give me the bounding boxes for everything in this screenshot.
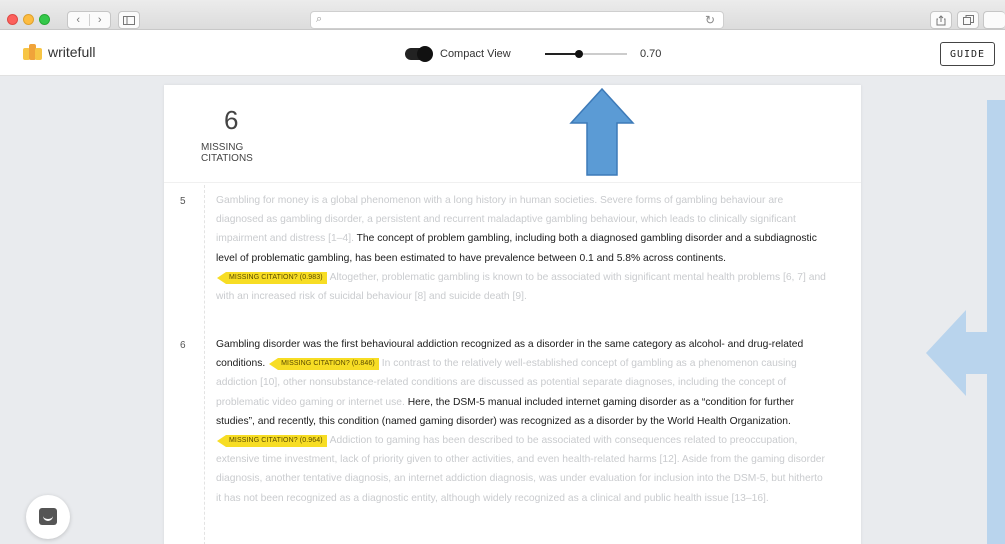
missing-citations-label: MISSING CITATIONS xyxy=(201,142,271,164)
paragraph-gutter xyxy=(204,185,205,544)
missing-citation-tag[interactable]: MISSING CITATION? (0.983) xyxy=(217,271,327,284)
threshold-value: 0.70 xyxy=(640,48,662,60)
close-window-button[interactable] xyxy=(7,14,18,25)
back-icon[interactable]: ‹ xyxy=(68,14,89,26)
app-header: writefull Compact View 0.70 GUIDE xyxy=(0,30,1005,76)
reload-icon[interactable]: ↻ xyxy=(705,13,715,27)
paragraph-number: 5 xyxy=(180,196,186,207)
arrow-left-annotation xyxy=(926,310,1005,396)
new-tab-button[interactable] xyxy=(983,11,1005,29)
paragraph: Gambling disorder was the first behaviou… xyxy=(216,335,828,508)
forward-icon[interactable]: › xyxy=(88,14,111,26)
threshold-slider[interactable] xyxy=(545,47,627,61)
chat-bubble-icon xyxy=(39,508,57,525)
compact-view-toggle[interactable] xyxy=(405,46,433,62)
zoom-window-button[interactable] xyxy=(39,14,50,25)
sidebar-toggle-button[interactable] xyxy=(118,11,140,29)
share-icon xyxy=(936,14,946,25)
share-button[interactable] xyxy=(930,11,952,29)
browser-toolbar: ‹ › ⌕ ↻ xyxy=(0,0,1005,30)
sidebar-icon xyxy=(123,15,135,25)
missing-citations-summary: 6 MISSING CITATIONS xyxy=(164,85,861,183)
logo-text: writefull xyxy=(48,44,96,60)
history-nav: ‹ › xyxy=(67,11,111,29)
arrow-up-annotation xyxy=(569,87,635,176)
paragraph-number: 6 xyxy=(180,340,186,351)
writefull-logo[interactable]: writefull xyxy=(23,44,95,60)
chat-button[interactable] xyxy=(26,495,70,539)
show-tabs-button[interactable] xyxy=(957,11,979,29)
slider-thumb[interactable] xyxy=(575,50,584,58)
label-line-1: MISSING xyxy=(201,142,244,153)
missing-citations-count: 6 xyxy=(224,105,239,135)
label-line-2: CITATIONS xyxy=(201,153,253,164)
document-card: 6 MISSING CITATIONS 5 Gambling for money… xyxy=(164,85,861,544)
missing-citation-tag[interactable]: MISSING CITATION? (0.846) xyxy=(269,358,379,371)
logo-icon xyxy=(23,44,43,60)
search-icon: ⌕ xyxy=(316,13,323,25)
minimize-window-button[interactable] xyxy=(23,14,34,25)
guide-button[interactable]: GUIDE xyxy=(940,42,995,66)
compact-view-label: Compact View xyxy=(440,48,511,60)
missing-citation-tag[interactable]: MISSING CITATION? (0.964) xyxy=(217,435,327,448)
slider-fill xyxy=(545,53,580,55)
address-bar[interactable]: ⌕ ↻ xyxy=(310,11,724,29)
tabs-icon xyxy=(962,15,974,25)
paragraph: Gambling for money is a global phenomeno… xyxy=(216,191,828,306)
